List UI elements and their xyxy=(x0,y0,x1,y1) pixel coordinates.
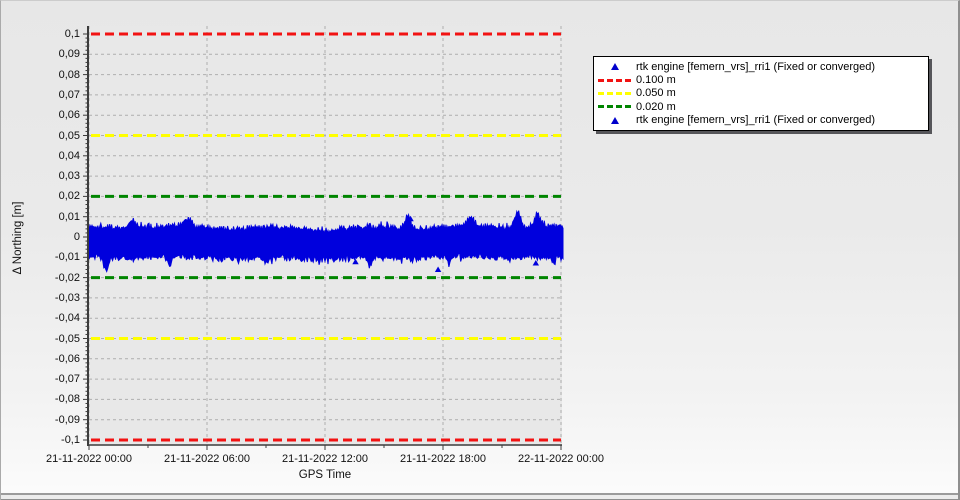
legend-entry-label: rtk engine [femern_vrs]_rri1 (Fixed or c… xyxy=(636,114,876,127)
y-tick-label: 0,04 xyxy=(58,149,80,162)
y-tick-label: 0,05 xyxy=(58,129,80,142)
y-tick-label: -0,04 xyxy=(54,312,80,325)
y-tick-label: 0,01 xyxy=(58,210,80,223)
x-tick-label: 21-11-2022 00:00 xyxy=(45,453,133,465)
y-tick-label: -0,09 xyxy=(54,413,80,426)
y-tick-label: -0,03 xyxy=(54,291,80,304)
y-tick-label: -0,1 xyxy=(61,434,80,446)
legend-entry: 0.020 m xyxy=(594,100,928,113)
y-axis-title: Δ Northing [m] xyxy=(12,201,24,275)
y-tick-label: 0,03 xyxy=(58,170,80,183)
legend-entry-label: 0.100 m xyxy=(636,74,676,87)
x-tick-label: 21-11-2022 12:00 xyxy=(281,453,369,465)
legend-entry-label: rtk engine [femern_vrs]_rri1 (Fixed or c… xyxy=(636,60,876,73)
dashed-line-icon xyxy=(594,91,636,95)
x-axis-title: GPS Time xyxy=(298,469,352,481)
y-tick-label: -0,01 xyxy=(54,251,80,264)
y-tick-label: 0,09 xyxy=(58,48,80,61)
x-tick-label: 22-11-2022 00:00 xyxy=(517,453,605,465)
legend-entry-label: 0.020 m xyxy=(636,100,676,113)
legend-entry: 0.050 m xyxy=(594,87,928,100)
y-tick-label: -0,08 xyxy=(54,393,80,406)
y-tick-label: 0 xyxy=(73,231,80,243)
y-tick-label: -0,07 xyxy=(54,373,80,386)
y-tick-label: 0,06 xyxy=(58,109,80,122)
x-tick-label: 21-11-2022 18:00 xyxy=(399,453,487,465)
legend-entry-label: 0.050 m xyxy=(636,87,676,100)
triangle-marker-icon xyxy=(594,116,636,124)
y-tick-label: 0,02 xyxy=(58,190,80,203)
x-tick-label: 21-11-2022 06:00 xyxy=(163,453,251,465)
triangle-marker-icon xyxy=(594,63,636,71)
y-tick-label: -0,02 xyxy=(54,271,80,284)
dashed-line-icon xyxy=(594,105,636,109)
dashed-line-icon xyxy=(594,78,636,82)
y-tick-label: 0,08 xyxy=(58,68,80,81)
legend: rtk engine [femern_vrs]_rri1 (Fixed or c… xyxy=(593,56,929,131)
y-tick-label: 0,07 xyxy=(58,88,80,101)
y-tick-label: -0,05 xyxy=(54,332,80,345)
y-tick-label: -0,06 xyxy=(54,352,80,365)
chart-window: Δ Northing [m] GPS Time 0,1 0,09 0,08 0,07 0… xyxy=(0,0,960,500)
legend-entry: rtk engine [femern_vrs]_rri1 (Fixed or c… xyxy=(594,60,928,73)
legend-entry: 0.100 m xyxy=(594,73,928,86)
status-bar xyxy=(1,493,958,500)
y-tick-label: 0,1 xyxy=(64,28,80,40)
legend-entry: rtk engine [femern_vrs]_rri1 (Fixed or c… xyxy=(594,114,928,127)
